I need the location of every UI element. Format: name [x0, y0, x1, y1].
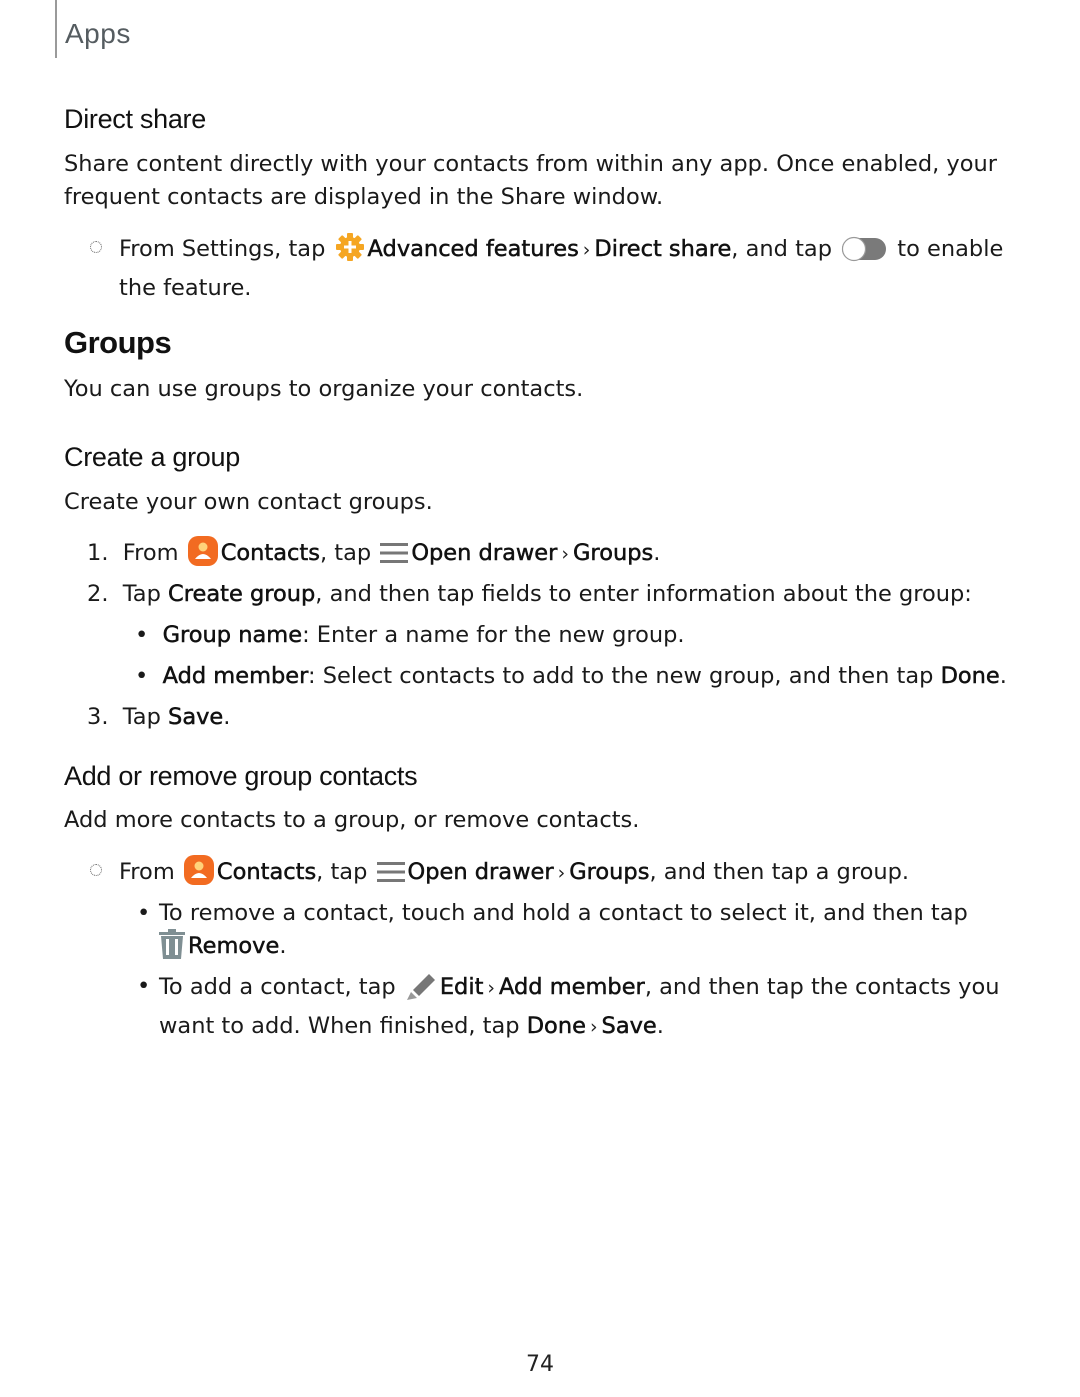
advanced-features-label: Advanced features: [367, 236, 579, 263]
bullet: •: [137, 900, 151, 926]
step-text: From: [122, 540, 179, 566]
chevron-right-icon: ›: [561, 543, 569, 565]
field-label: Group name: [162, 622, 303, 649]
create-step-2: 2. Tap Create group, and then tap fields…: [87, 578, 972, 611]
bullet: •: [137, 973, 151, 999]
gear-plus-icon: [335, 232, 365, 272]
add-remove-intro: Add more contacts to a group, or remove …: [64, 807, 640, 833]
step-text: Tap: [122, 704, 161, 730]
open-drawer-label: Open drawer: [407, 859, 554, 886]
save-label: Save: [168, 704, 224, 731]
hamburger-menu-icon: [376, 859, 405, 895]
field-label: Add member: [162, 663, 308, 690]
step-text: From: [119, 859, 175, 885]
bullet-text: To add a contact, tap: [159, 974, 396, 1000]
step-number: 2.: [87, 581, 109, 607]
add-member-label: Add member: [499, 974, 645, 1001]
punctuation: .: [223, 704, 231, 730]
step-text: to enable: [897, 236, 1004, 262]
contacts-label: Contacts: [220, 540, 320, 567]
field-desc: : Select contacts to add to the new grou…: [307, 663, 934, 689]
contacts-icon: [187, 536, 218, 576]
direct-share-intro: Share content directly with your contact…: [64, 148, 997, 214]
intro-line: Share content directly with your contact…: [64, 151, 997, 177]
add-contact-item: • To add a contact, tap Edit › Add member,…: [137, 970, 1017, 1044]
create-step-1: 1. From Contacts, tap Open drawer › Groups…: [87, 536, 660, 576]
chevron-right-icon: ›: [557, 862, 566, 884]
chevron-right-icon: ›: [589, 1016, 598, 1038]
bullet: •: [135, 622, 149, 648]
pencil-icon: [405, 970, 437, 1010]
step-text: Tap: [122, 581, 161, 607]
step-text: From Settings, tap: [119, 236, 326, 262]
contacts-icon: [183, 855, 214, 895]
page-header: Apps: [55, 0, 130, 58]
punctuation: .: [999, 663, 1007, 689]
groups-heading: Groups: [64, 325, 172, 360]
remove-contact-item: • To remove a contact, touch and hold a …: [137, 897, 1017, 969]
step-text: , and then tap fields to enter informati…: [315, 581, 972, 607]
intro-line: frequent contacts are displayed in the S…: [64, 184, 664, 210]
done-label: Done: [526, 1013, 586, 1040]
punctuation: .: [653, 540, 661, 566]
step-text: the feature.: [119, 275, 252, 301]
direct-share-step: From Settings, tap Advanced features › Dir…: [119, 232, 1019, 305]
step-number: 1.: [87, 540, 109, 566]
chevron-right-icon: ›: [487, 977, 496, 999]
bullet-text: , and then tap the contacts you: [644, 974, 1000, 1000]
remove-label: Remove: [188, 933, 280, 960]
punctuation: .: [279, 933, 287, 959]
step-text: , tap: [319, 540, 372, 566]
bullet-text: want to add. When finished, tap: [159, 1013, 520, 1039]
create-group-intro: Create your own contact groups.: [64, 489, 433, 515]
hamburger-menu-icon: [380, 540, 409, 576]
toggle-switch-icon: [841, 236, 887, 272]
bullet-text: To remove a contact, touch and hold a co…: [159, 900, 968, 926]
direct-share-label: Direct share: [594, 236, 732, 263]
step-text: , and tap: [731, 236, 832, 262]
field-desc: : Enter a name for the new group.: [302, 622, 685, 648]
bullet: •: [135, 663, 149, 689]
open-drawer-label: Open drawer: [411, 540, 558, 567]
section-title: Apps: [65, 18, 131, 49]
create-group-label: Create group: [168, 581, 316, 608]
edit-label: Edit: [439, 974, 484, 1001]
chevron-right-icon: ›: [582, 239, 591, 261]
step-number: 3.: [87, 704, 109, 730]
step-marker-icon: [90, 241, 102, 253]
step-text: , and then tap a group.: [649, 859, 910, 885]
direct-share-heading: Direct share: [64, 104, 206, 134]
create-step-3: 3. Tap Save.: [87, 701, 230, 734]
groups-label: Groups: [573, 540, 654, 567]
step-text: , tap: [316, 859, 368, 885]
field-item-group-name: • Group name: Enter a name for the new g…: [135, 619, 685, 652]
groups-intro: You can use groups to organize your cont…: [64, 376, 584, 402]
groups-label: Groups: [569, 859, 650, 886]
add-remove-step: From Contacts, tap Open drawer › Groups, a…: [119, 855, 909, 895]
save-label: Save: [601, 1013, 657, 1040]
page-number: 74: [526, 1352, 554, 1377]
trash-icon: [159, 929, 185, 969]
add-remove-heading: Add or remove group contacts: [64, 761, 418, 791]
create-group-heading: Create a group: [64, 442, 240, 472]
done-label: Done: [940, 663, 1000, 690]
punctuation: .: [656, 1013, 664, 1039]
contacts-label: Contacts: [216, 859, 317, 886]
step-marker-icon: [90, 864, 102, 876]
field-item-add-member: • Add member: Select contacts to add to …: [135, 660, 1007, 693]
